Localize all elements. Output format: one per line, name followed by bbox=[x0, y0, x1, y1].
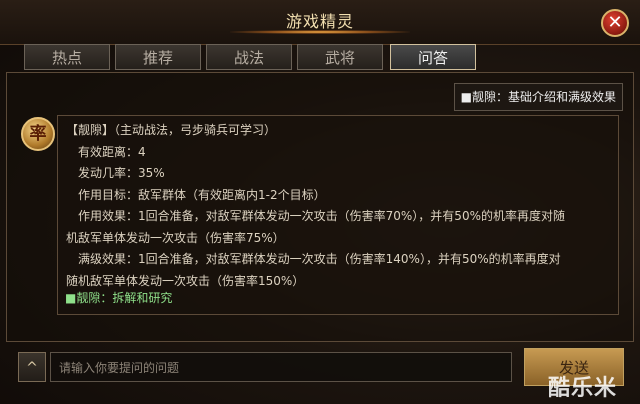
tab-tactics[interactable]: 战法 bbox=[206, 44, 292, 70]
skill-heading: 【靓隙】（主动战法，弓步骑兵可学习） bbox=[66, 123, 277, 137]
skill-target: 作用目标：敌军群体（有效距离内1-2个目标） bbox=[78, 187, 326, 202]
watermark: 酷乐米 bbox=[548, 376, 618, 401]
skill-effect-line2: 机敌军单体发动一次攻击（伤害率75%） bbox=[66, 230, 285, 245]
tab-qa[interactable]: 问答 bbox=[390, 44, 476, 70]
tab-hot[interactable]: 热点 bbox=[24, 44, 110, 70]
skill-max-effect-line1: 满级效果：1回合准备，对敌军群体发动一次攻击（伤害率140%），并有50%的机率… bbox=[78, 252, 561, 266]
close-icon: ✕ bbox=[607, 12, 623, 33]
expand-button[interactable]: ^ bbox=[18, 352, 46, 382]
tab-generals[interactable]: 武将 bbox=[297, 44, 383, 70]
title-bar: 游戏精灵 ✕ bbox=[0, 0, 640, 45]
breadcrumb[interactable]: ■靓隙：基础介绍和满级效果 bbox=[453, 83, 623, 111]
close-button[interactable]: ✕ bbox=[601, 9, 629, 37]
skill-range: 有效距离：4 bbox=[78, 144, 146, 159]
game-assistant-window: 游戏精灵 ✕ 热点 推荐 战法 武将 问答 ■靓隙：基础介绍和满级效果 率 【靓… bbox=[0, 0, 640, 404]
analysis-link[interactable]: ■靓隙：拆解和研究 bbox=[65, 289, 172, 306]
tab-recommend[interactable]: 推荐 bbox=[115, 44, 201, 70]
skill-badge-icon: 率 bbox=[21, 117, 55, 151]
skill-chance: 发动几率：35% bbox=[78, 166, 165, 180]
skill-description: 【靓隙】（主动战法，弓步骑兵可学习） 有效距离：4 发动几率：35% 作用目标：… bbox=[57, 115, 619, 315]
question-bar: ^ 请输入你要提问的问题 发送 bbox=[0, 342, 640, 404]
breadcrumb-label: ■靓隙：基础介绍和满级效果 bbox=[460, 90, 616, 104]
main-panel: ■靓隙：基础介绍和满级效果 率 【靓隙】（主动战法，弓步骑兵可学习） 有效距离：… bbox=[6, 72, 634, 342]
window-title: 游戏精灵 bbox=[285, 12, 354, 31]
skill-effect-line1: 作用效果：1回合准备，对敌军群体发动一次攻击（伤害率70%），并有50%的机率再… bbox=[78, 209, 565, 223]
chevron-up-icon: ^ bbox=[26, 360, 38, 376]
title-glow-decoration bbox=[230, 30, 410, 34]
question-input[interactable]: 请输入你要提问的问题 bbox=[50, 352, 512, 382]
